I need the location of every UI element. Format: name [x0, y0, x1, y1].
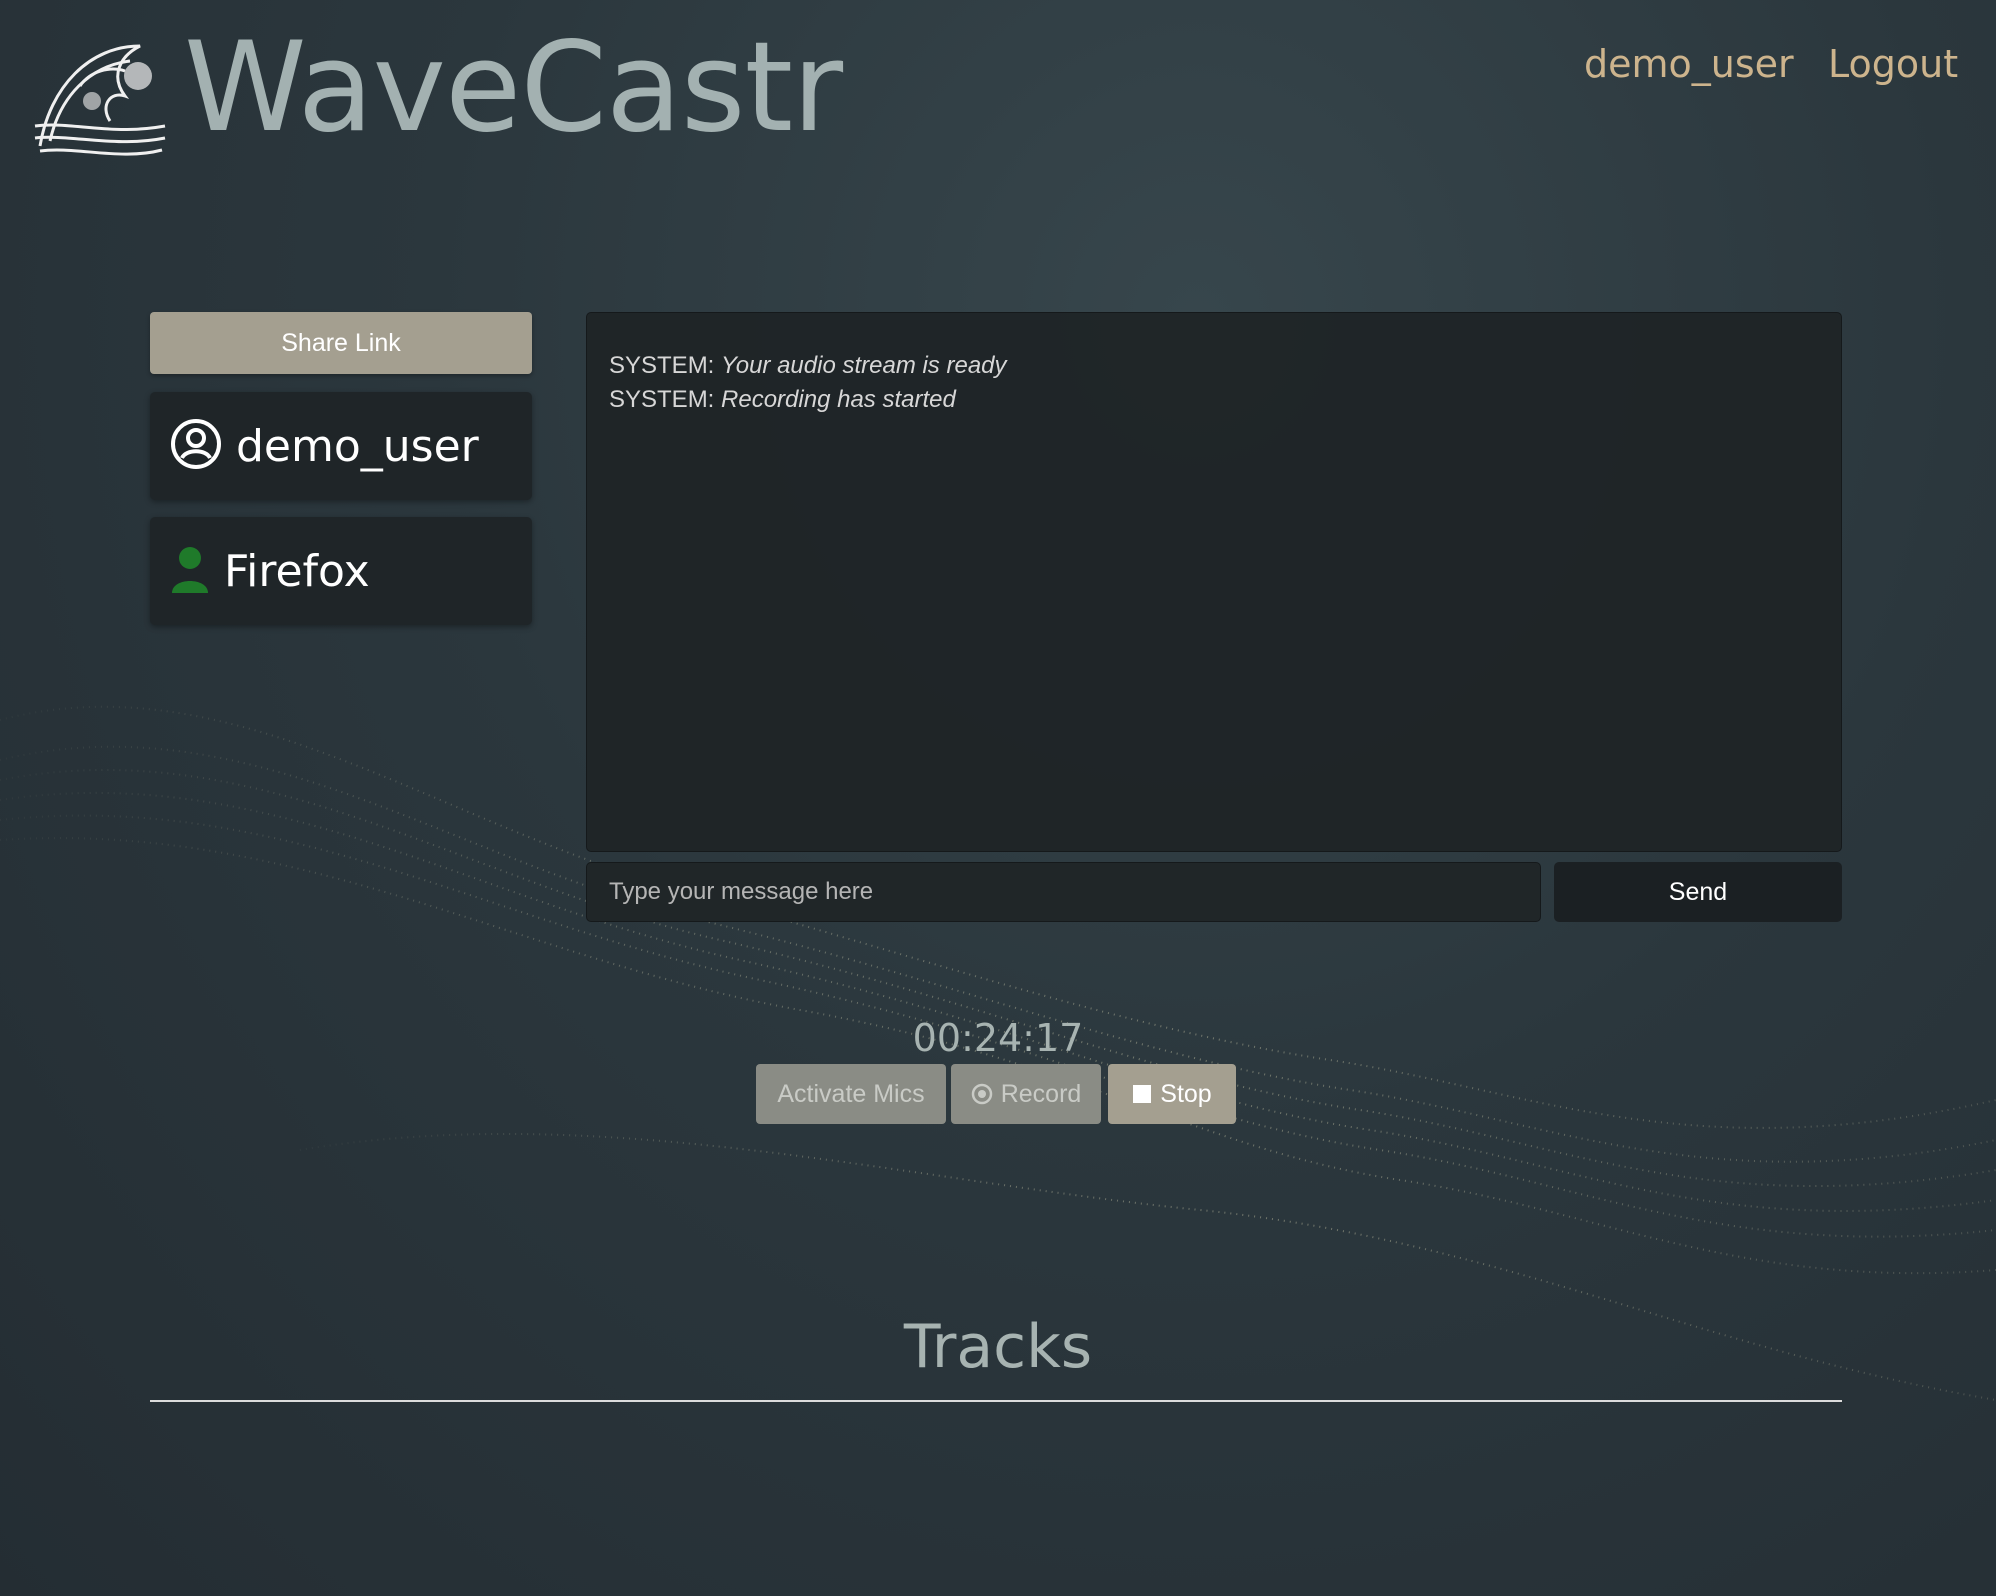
- brand-title[interactable]: WaveCastr: [184, 20, 843, 157]
- message-text: Your audio stream is ready: [721, 352, 1007, 379]
- participant-name: demo_user: [236, 420, 479, 472]
- user-icon: [170, 545, 210, 598]
- send-button[interactable]: Send: [1554, 862, 1842, 922]
- record-label: Record: [1000, 1079, 1082, 1108]
- activate-mics-label: Activate Mics: [777, 1079, 925, 1108]
- tracks-heading: Tracks: [903, 1312, 1093, 1382]
- share-link-label: Share Link: [281, 328, 401, 357]
- participant-card-firefox: Firefox: [150, 517, 532, 625]
- send-label: Send: [1668, 877, 1728, 906]
- chat-message: SYSTEM: Your audio stream is ready: [609, 349, 1819, 383]
- chat-message-input[interactable]: [586, 862, 1541, 922]
- tracks-divider: [150, 1400, 1842, 1402]
- record-button[interactable]: Record: [951, 1064, 1101, 1124]
- activate-mics-button[interactable]: Activate Mics: [756, 1064, 946, 1124]
- recording-timer: 00:24:17: [0, 1016, 1996, 1060]
- stop-button[interactable]: Stop: [1108, 1064, 1236, 1124]
- stop-icon: [1132, 1084, 1152, 1104]
- record-icon: [971, 1083, 993, 1105]
- message-text: Recording has started: [721, 386, 956, 413]
- message-sender: SYSTEM:: [609, 352, 715, 379]
- nav-logout-link[interactable]: Logout: [1828, 42, 1958, 86]
- timer-value: 00:24:17: [912, 1016, 1084, 1060]
- share-link-button[interactable]: Share Link: [150, 312, 532, 374]
- participant-name: Firefox: [224, 545, 370, 597]
- nav-user-link[interactable]: demo_user: [1584, 42, 1794, 86]
- stop-label: Stop: [1160, 1079, 1212, 1108]
- user-circle-icon: [170, 418, 222, 475]
- message-sender: SYSTEM:: [609, 386, 715, 413]
- chat-message: SYSTEM: Recording has started: [609, 383, 1819, 417]
- chat-messages-panel: SYSTEM: Your audio stream is ready SYSTE…: [586, 312, 1842, 852]
- participant-card-demo-user: demo_user: [150, 392, 532, 500]
- wave-logo-icon[interactable]: [30, 26, 172, 166]
